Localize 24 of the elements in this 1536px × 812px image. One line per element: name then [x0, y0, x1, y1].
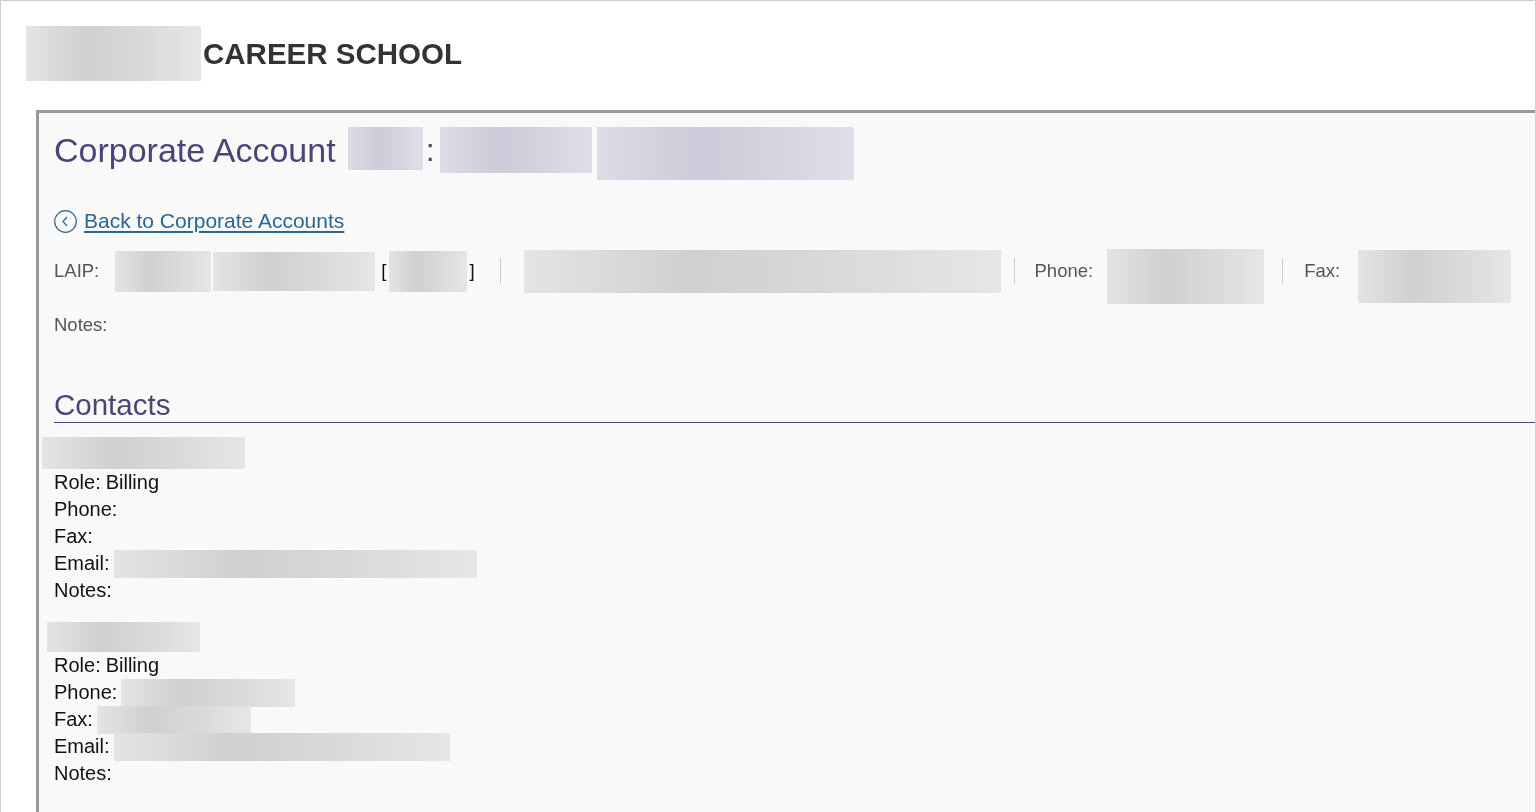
contact-field-label: Email: — [54, 551, 110, 576]
contact-field-value: Billing — [105, 653, 160, 678]
contact-field-label: Role: — [54, 653, 101, 678]
school-title: CAREER SCHOOL — [203, 35, 462, 72]
contact-field-value: Billing — [105, 470, 160, 495]
contact-field-label: Fax: — [54, 524, 93, 549]
back-link[interactable]: Back to Corporate Accounts — [54, 207, 345, 235]
contacts-heading: Contacts — [54, 388, 171, 422]
phone-label: Phone: — [1034, 259, 1094, 284]
fax-label: Fax: — [1304, 259, 1341, 284]
back-circle-icon — [54, 209, 77, 233]
contact-field-label: Fax: — [54, 707, 93, 732]
title-separator: : — [425, 131, 435, 170]
contact-field-label: Email: — [54, 734, 110, 759]
page-title: Corporate Account — [54, 130, 336, 171]
contact-field-label: Role: — [54, 470, 101, 495]
contact-field-label: Phone: — [54, 497, 118, 522]
notes-label: Notes: — [54, 313, 108, 337]
contact-field-label: Phone: — [54, 680, 118, 705]
bracket-text: ] — [469, 259, 475, 284]
laip-label: LAIP: — [54, 259, 100, 284]
bracket-text: [ — [381, 259, 387, 284]
contact-field-label: Notes: — [54, 761, 112, 786]
contact-field-label: Notes: — [54, 578, 112, 603]
